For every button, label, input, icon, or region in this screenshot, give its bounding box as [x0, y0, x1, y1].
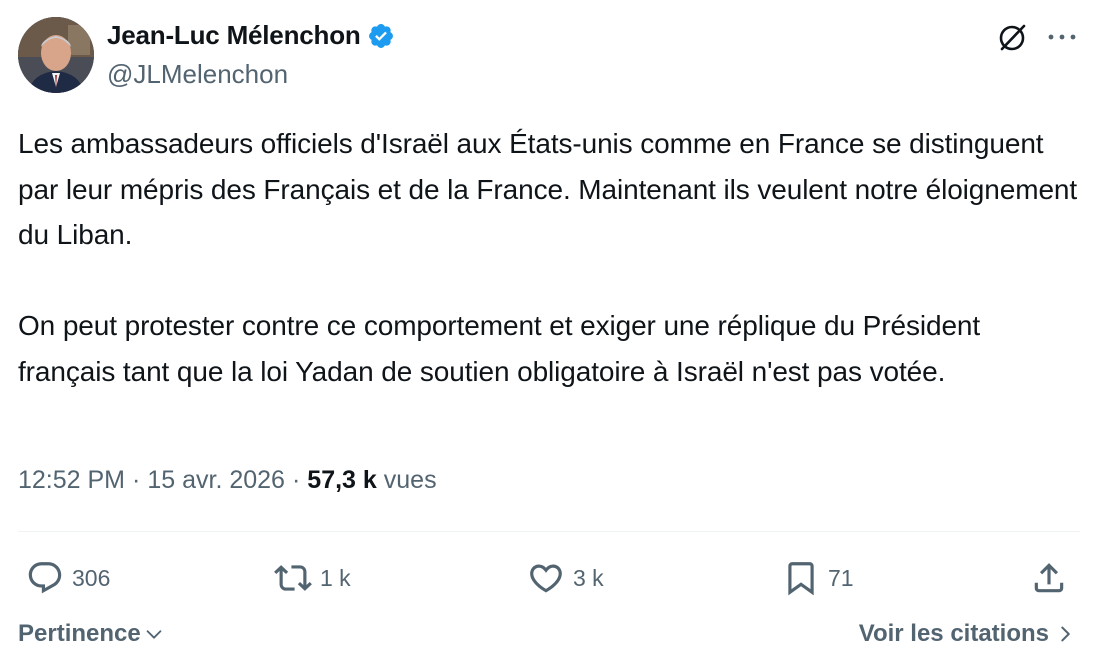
- repost-button[interactable]: 1 k: [274, 557, 351, 599]
- bookmark-button[interactable]: 71: [782, 557, 854, 599]
- more-icon[interactable]: [1045, 24, 1079, 50]
- author-name[interactable]: Jean-Luc Mélenchon: [107, 20, 361, 51]
- views-label: vues: [383, 466, 437, 494]
- repost-count: 1 k: [320, 564, 351, 591]
- author-handle[interactable]: @JLMelenchon: [107, 59, 288, 90]
- view-quotes-link[interactable]: Voir les citations: [859, 620, 1075, 648]
- like-count: 3 k: [573, 564, 604, 591]
- views-count: 57,3 k: [307, 466, 377, 494]
- tweet-date[interactable]: 15 avr. 2026: [147, 466, 285, 495]
- share-button[interactable]: [1030, 557, 1068, 599]
- tweet-meta: 12:52 PM · 15 avr. 2026 · 57,3 k vues: [18, 466, 437, 495]
- view-quotes-label: Voir les citations: [858, 620, 1049, 647]
- divider: [18, 531, 1080, 532]
- repost-icon: [274, 565, 312, 591]
- reply-button[interactable]: 306: [26, 557, 110, 599]
- like-icon: [530, 564, 562, 593]
- chevron-down-icon: [146, 630, 162, 639]
- share-icon: [1034, 563, 1064, 593]
- sort-label: Pertinence: [18, 620, 141, 647]
- reply-icon: [28, 562, 62, 594]
- bookmark-count: 71: [828, 564, 854, 591]
- avatar[interactable]: [18, 17, 94, 93]
- avatar-photo: [18, 17, 94, 93]
- bookmark-icon: [788, 562, 814, 596]
- meta-separator: ·: [291, 466, 301, 494]
- verified-badge-icon[interactable]: [367, 22, 395, 50]
- like-button[interactable]: 3 k: [527, 557, 604, 599]
- tweet-paragraph: Les ambassadeurs officiels d'Israël aux …: [18, 128, 1078, 250]
- tweet-time[interactable]: 12:52 PM: [18, 466, 125, 495]
- sort-dropdown[interactable]: Pertinence: [18, 620, 165, 648]
- meta-separator: ·: [132, 466, 141, 494]
- reply-count: 306: [72, 564, 111, 591]
- grok-icon[interactable]: [995, 21, 1029, 55]
- chevron-right-icon: [1061, 626, 1070, 642]
- tweet-paragraph: On peut protester contre ce comportement…: [18, 310, 981, 387]
- tweet-text: Les ambassadeurs officiels d'Israël aux …: [18, 121, 1078, 394]
